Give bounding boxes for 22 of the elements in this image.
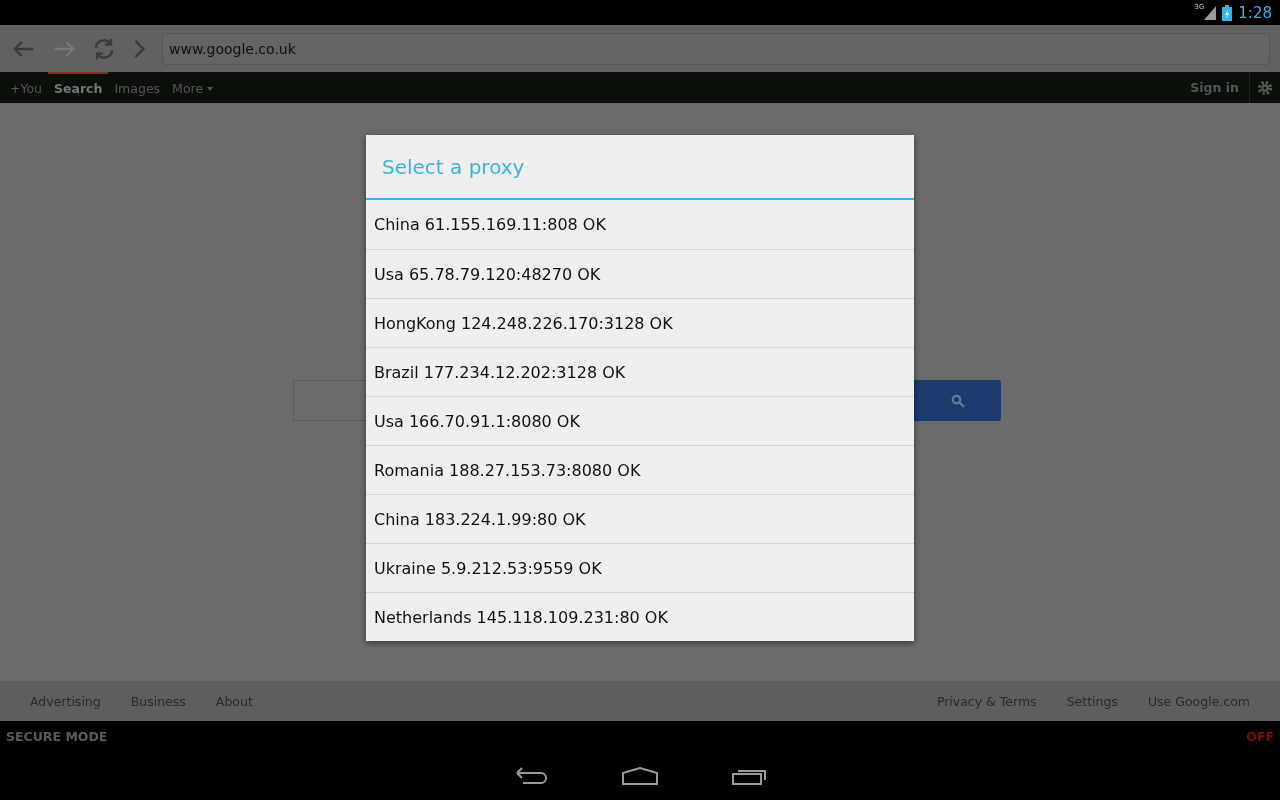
proxy-item[interactable]: Usa 166.70.91.1:8080 OK: [366, 396, 914, 445]
proxy-item[interactable]: Brazil 177.234.12.202:3128 OK: [366, 347, 914, 396]
proxy-item[interactable]: China 61.155.169.11:808 OK: [366, 200, 914, 249]
nav-tab[interactable]: More: [166, 72, 220, 103]
proxy-item[interactable]: HongKong 124.248.226.170:3128 OK: [366, 298, 914, 347]
signal-icon: [1204, 5, 1217, 20]
clock: 1:28: [1238, 3, 1272, 22]
secure-mode-status[interactable]: OFF: [1246, 729, 1274, 744]
battery-icon: [1222, 4, 1233, 21]
nav-tab[interactable]: +You: [4, 72, 49, 103]
proxy-item[interactable]: Romania 188.27.153.73:8080 OK: [366, 445, 914, 494]
url-field[interactable]: www.google.co.uk: [162, 32, 1270, 65]
proxy-item[interactable]: Usa 65.78.79.120:48270 OK: [366, 249, 914, 298]
proxy-item[interactable]: Netherlands 145.118.109.231:80 OK: [366, 592, 914, 641]
secure-mode-label: SECURE MODE: [6, 729, 108, 744]
nav-tab[interactable]: Images: [108, 72, 167, 103]
proxy-item[interactable]: China 183.224.1.99:80 OK: [366, 494, 914, 543]
dialog-title: Select a proxy: [366, 135, 914, 200]
settings-icon[interactable]: [1256, 78, 1274, 97]
back-icon[interactable]: [513, 765, 549, 787]
home-icon[interactable]: [621, 765, 659, 787]
proxy-item[interactable]: Ukraine 5.9.212.53:9559 OK: [366, 543, 914, 592]
